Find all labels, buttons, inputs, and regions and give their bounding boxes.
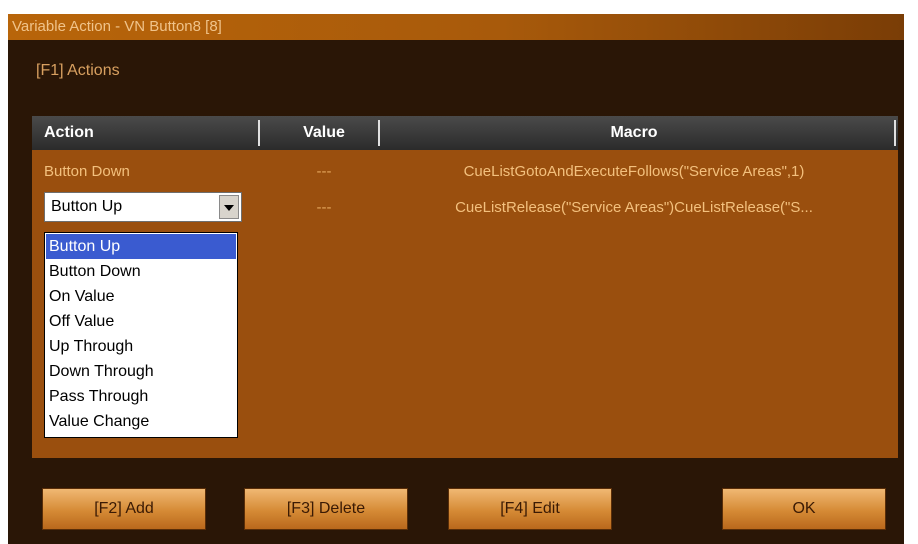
column-separator[interactable]	[258, 120, 260, 146]
dropdown-option[interactable]: Pass Through	[46, 384, 236, 409]
dropdown-option[interactable]: Value Change	[46, 409, 236, 434]
delete-button[interactable]: [F3] Delete	[244, 488, 408, 530]
dropdown-button[interactable]	[219, 195, 239, 219]
dropdown-option[interactable]: On Value	[46, 284, 236, 309]
dropdown-option[interactable]: Off Value	[46, 309, 236, 334]
row-macro: CueListGotoAndExecuteFollows("Service Ar…	[463, 163, 805, 180]
column-header-macro[interactable]: Macro	[378, 116, 890, 150]
row-value: ---	[316, 199, 332, 216]
table-header: Action Value Macro	[32, 116, 898, 150]
action-select[interactable]: Button Up	[44, 192, 242, 222]
dropdown-option[interactable]: Down Through	[46, 359, 236, 384]
section-label-actions: [F1] Actions	[36, 62, 120, 79]
row-action: Button Down	[44, 163, 130, 180]
action-select-value: Button Up	[51, 198, 123, 215]
add-button[interactable]: [F2] Add	[42, 488, 206, 530]
column-header-value[interactable]: Value	[274, 116, 374, 150]
table-row[interactable]: Button Down --- CueListGotoAndExecuteFol…	[32, 160, 898, 184]
dropdown-option[interactable]: Up Through	[46, 334, 236, 359]
dropdown-option[interactable]: Button Down	[46, 259, 236, 284]
chevron-down-icon	[224, 205, 234, 211]
window-title: Variable Action - VN Button8 [8]	[8, 14, 904, 40]
row-macro: CueListRelease("Service Areas")CueListRe…	[455, 199, 813, 216]
variable-action-window: Variable Action - VN Button8 [8] [F1] Ac…	[8, 14, 904, 544]
row-value: ---	[316, 163, 332, 180]
dropdown-option[interactable]: Button Up	[46, 234, 236, 259]
actions-table: Action Value Macro Button Down --- CueLi…	[32, 116, 898, 458]
column-separator[interactable]	[894, 120, 896, 146]
ok-button[interactable]: OK	[722, 488, 886, 530]
edit-button[interactable]: [F4] Edit	[448, 488, 612, 530]
action-dropdown-list[interactable]: Button Up Button Down On Value Off Value…	[44, 232, 238, 438]
column-header-action[interactable]: Action	[44, 116, 94, 150]
